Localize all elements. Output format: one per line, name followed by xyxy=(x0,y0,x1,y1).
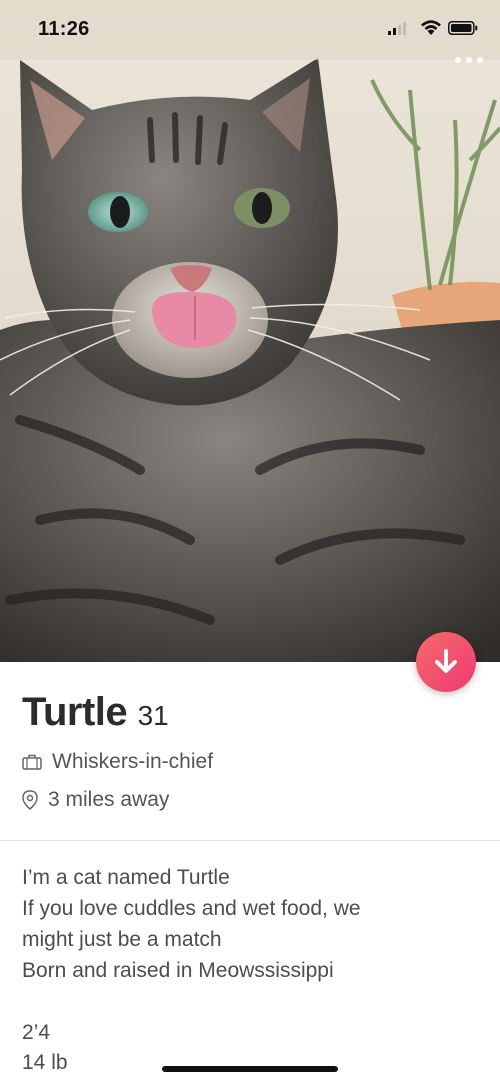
profile-name-row: Turtle 31 xyxy=(22,690,169,735)
photo-page-dots-icon xyxy=(455,57,483,63)
home-indicator[interactable] xyxy=(162,1066,338,1072)
stats-section: 2’4 14 lb xyxy=(22,1018,68,1078)
status-time: 11:26 xyxy=(38,18,90,40)
height-stat: 2’4 xyxy=(22,1021,51,1044)
bio-line: If you love cuddles and wet food, we xyxy=(22,897,361,920)
briefcase-icon xyxy=(22,754,42,770)
distance-text: 3 miles away xyxy=(48,788,170,811)
collapse-profile-button[interactable] xyxy=(416,632,476,692)
wifi-icon xyxy=(421,20,441,35)
profile-name: Turtle xyxy=(22,690,128,734)
weight-stat: 14 lb xyxy=(22,1051,68,1074)
bio-line: I’m a cat named Turtle xyxy=(22,866,230,889)
job-row: Whiskers-in-chief xyxy=(22,750,213,774)
battery-icon xyxy=(448,21,478,35)
cat-photo-illustration xyxy=(0,0,500,662)
bio-line: might just be a match xyxy=(22,928,222,951)
location-row: 3 miles away xyxy=(22,788,169,812)
divider xyxy=(0,840,500,841)
location-pin-icon xyxy=(22,790,38,810)
arrow-down-icon xyxy=(435,649,457,673)
profile-photo[interactable]: 11:26 xyxy=(0,0,500,662)
status-bar: 11:26 xyxy=(0,0,500,60)
job-title: Whiskers-in-chief xyxy=(52,750,214,773)
bio-section: I’m a cat named Turtle If you love cuddl… xyxy=(22,862,482,986)
bio-line: Born and raised in Meowssissippi xyxy=(22,959,334,982)
profile-age: 31 xyxy=(137,700,169,731)
cellular-signal-icon xyxy=(388,22,406,35)
